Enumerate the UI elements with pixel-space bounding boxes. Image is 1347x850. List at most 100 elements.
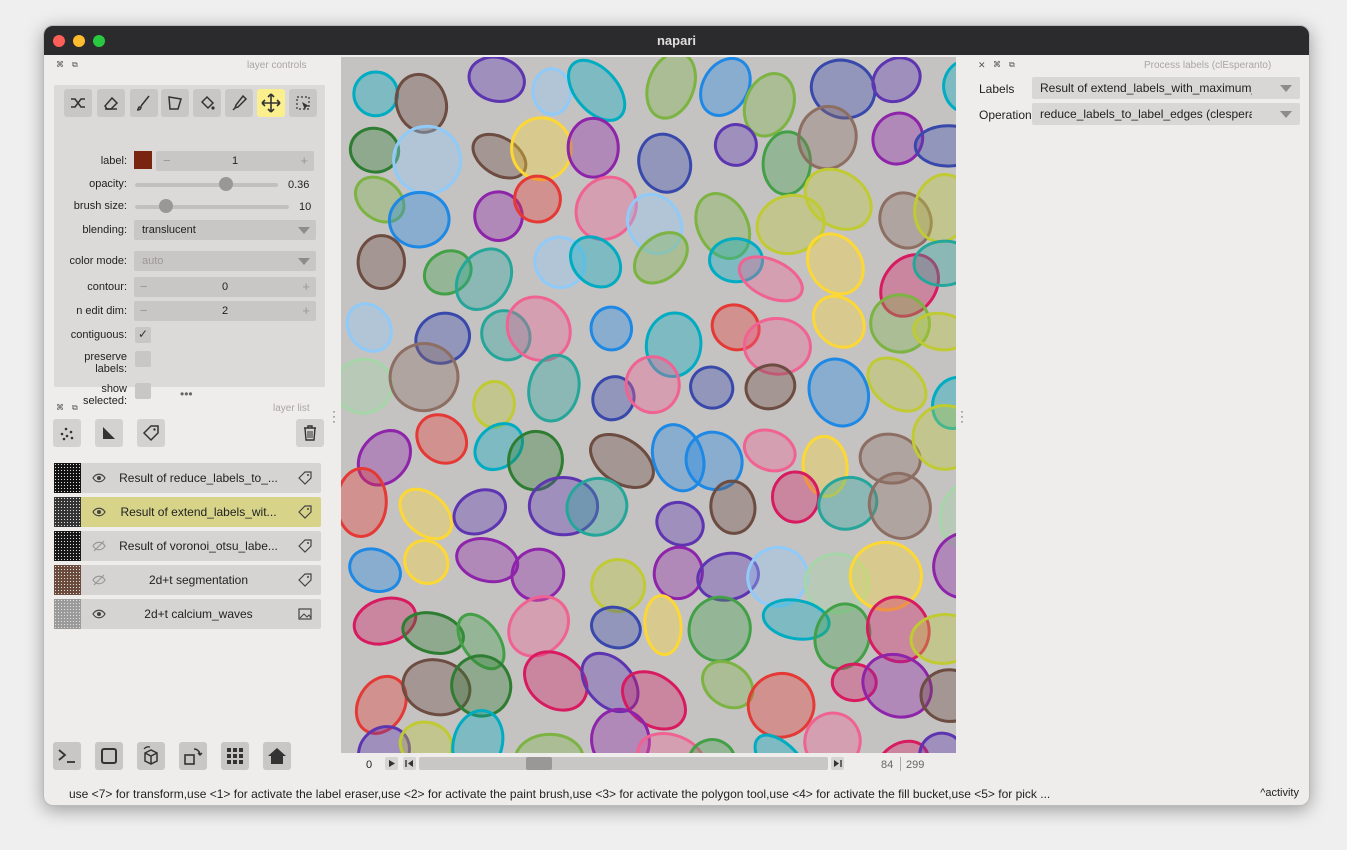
fill-bucket-icon <box>200 95 215 110</box>
brush-size-label: brush size: <box>73 200 127 212</box>
shuffle-button[interactable] <box>64 89 92 117</box>
layer-thumbnail <box>54 531 81 561</box>
label-label: label: <box>100 155 127 167</box>
layer-type-indicator <box>298 539 312 558</box>
axis-label: 0 <box>366 759 373 771</box>
opacity-slider-handle[interactable] <box>219 177 234 191</box>
frame-slider-handle[interactable] <box>526 757 553 770</box>
contiguous-checkbox[interactable]: ✓ <box>135 327 151 343</box>
roll-dims-button[interactable] <box>137 742 165 770</box>
home-icon <box>268 748 286 764</box>
opacity-slider[interactable] <box>135 183 278 187</box>
increment-icon[interactable]: + <box>302 279 310 294</box>
window-title: napari <box>656 33 696 48</box>
move-button[interactable] <box>257 89 285 117</box>
label-color-swatch[interactable] <box>134 151 152 169</box>
operation-value: reduce_labels_to_label_edges (clesperant… <box>1040 107 1277 121</box>
console-button[interactable] <box>53 742 81 770</box>
square-icon <box>101 748 117 764</box>
n-edit-dim-spinbox[interactable]: − 2 + <box>134 301 316 321</box>
transform-button[interactable] <box>289 89 317 117</box>
increment-icon[interactable]: + <box>302 303 310 318</box>
increment-icon[interactable]: + <box>300 153 308 168</box>
paint-brush-button[interactable] <box>130 89 158 117</box>
step-back-button[interactable] <box>403 757 416 770</box>
labels-dropdown[interactable]: Result of extend_labels_with_maximum_rad… <box>1032 77 1300 99</box>
label-tag-icon <box>298 539 312 553</box>
layer-item[interactable]: 2d+t segmentation <box>54 565 321 595</box>
max-frame: 299 <box>906 759 925 771</box>
console-icon <box>58 749 75 763</box>
show-selected-checkbox[interactable] <box>135 383 151 399</box>
close-panel-icon[interactable]: ✕ <box>978 60 986 71</box>
grid-view-button[interactable] <box>221 742 249 770</box>
left-dock-handle[interactable]: · · · <box>332 405 336 427</box>
color-mode-label: color mode: <box>69 255 127 267</box>
home-button[interactable] <box>263 742 291 770</box>
delete-layer-button[interactable] <box>296 419 324 447</box>
layer-list-header: layer list <box>273 403 310 414</box>
show-selected-label: show selected: <box>82 383 127 407</box>
layer-thumbnail <box>54 497 81 527</box>
labels-field-label: Labels <box>979 82 1015 96</box>
eraser-icon <box>104 96 119 110</box>
label-region <box>770 470 821 524</box>
splitter-handle[interactable]: ••• <box>180 387 193 401</box>
new-points-layer-button[interactable] <box>53 419 81 447</box>
blending-dropdown[interactable]: translucent <box>134 220 316 240</box>
layer-item[interactable]: Result of voronoi_otsu_labe... <box>54 531 321 561</box>
fill-bucket-button[interactable] <box>193 89 221 117</box>
layer-type-indicator <box>298 471 312 490</box>
chevron-down-icon <box>1280 85 1292 92</box>
layer-thumbnail <box>54 565 81 595</box>
polygon-button[interactable] <box>161 89 189 117</box>
transform-icon <box>296 96 310 110</box>
layer-thumbnail <box>54 599 81 629</box>
process-panel-header: Process labels (clEsperanto) <box>1144 60 1272 71</box>
preserve-labels-checkbox[interactable] <box>135 351 151 367</box>
float-icon[interactable]: ⌘ <box>56 60 64 69</box>
transpose-dims-button[interactable] <box>179 742 207 770</box>
new-shapes-layer-button[interactable] <box>95 419 123 447</box>
label-tag-icon <box>142 425 159 442</box>
new-labels-layer-button[interactable] <box>137 419 165 447</box>
frame-divider <box>900 757 901 771</box>
float-icon[interactable]: ⌘ <box>56 403 64 412</box>
checkmark-icon: ✓ <box>138 327 149 341</box>
step-forward-button[interactable] <box>831 757 844 770</box>
activity-button[interactable]: ^activity <box>1260 787 1299 799</box>
blending-label: blending: <box>82 224 127 236</box>
float-icon[interactable]: ⌘ <box>993 60 1001 69</box>
dock-close-icon[interactable]: ⧉ <box>72 60 78 70</box>
dock-close-icon[interactable]: ⧉ <box>72 403 78 413</box>
label-region <box>566 116 620 179</box>
dock-close-icon[interactable]: ⧉ <box>1009 60 1015 70</box>
label-tag-icon <box>298 573 312 587</box>
layer-item[interactable]: Result of reduce_labels_to_... <box>54 463 321 493</box>
step-back-icon <box>405 760 413 767</box>
layer-item[interactable]: 2d+t calcium_waves <box>54 599 321 629</box>
label-spinbox[interactable]: − 1 + <box>156 151 314 171</box>
image-canvas[interactable] <box>341 57 956 753</box>
current-frame[interactable]: 84 <box>881 759 893 771</box>
color-picker-button[interactable] <box>225 89 253 117</box>
cube-icon <box>143 746 158 765</box>
points-icon <box>60 427 74 441</box>
opacity-label: opacity: <box>89 178 127 190</box>
transpose-icon <box>184 748 203 765</box>
contour-spinbox[interactable]: − 0 + <box>134 277 316 297</box>
move-icon <box>261 93 281 113</box>
operation-dropdown[interactable]: reduce_labels_to_label_edges (clesperant… <box>1032 103 1300 125</box>
right-dock-handle[interactable]: · · · <box>960 405 964 427</box>
play-button[interactable] <box>385 757 398 770</box>
eraser-button[interactable] <box>97 89 125 117</box>
frame-slider-track[interactable] <box>419 757 828 770</box>
ndisplay-button[interactable] <box>95 742 123 770</box>
color-mode-dropdown[interactable]: auto <box>134 251 316 271</box>
preserve-labels-label: preserve labels: <box>84 351 127 375</box>
color-mode-value: auto <box>142 255 164 267</box>
layer-item[interactable]: Result of extend_labels_wit... <box>54 497 321 527</box>
color-picker-icon <box>232 94 248 111</box>
polygon-icon <box>168 96 182 110</box>
brush-size-slider-handle[interactable] <box>158 199 173 213</box>
